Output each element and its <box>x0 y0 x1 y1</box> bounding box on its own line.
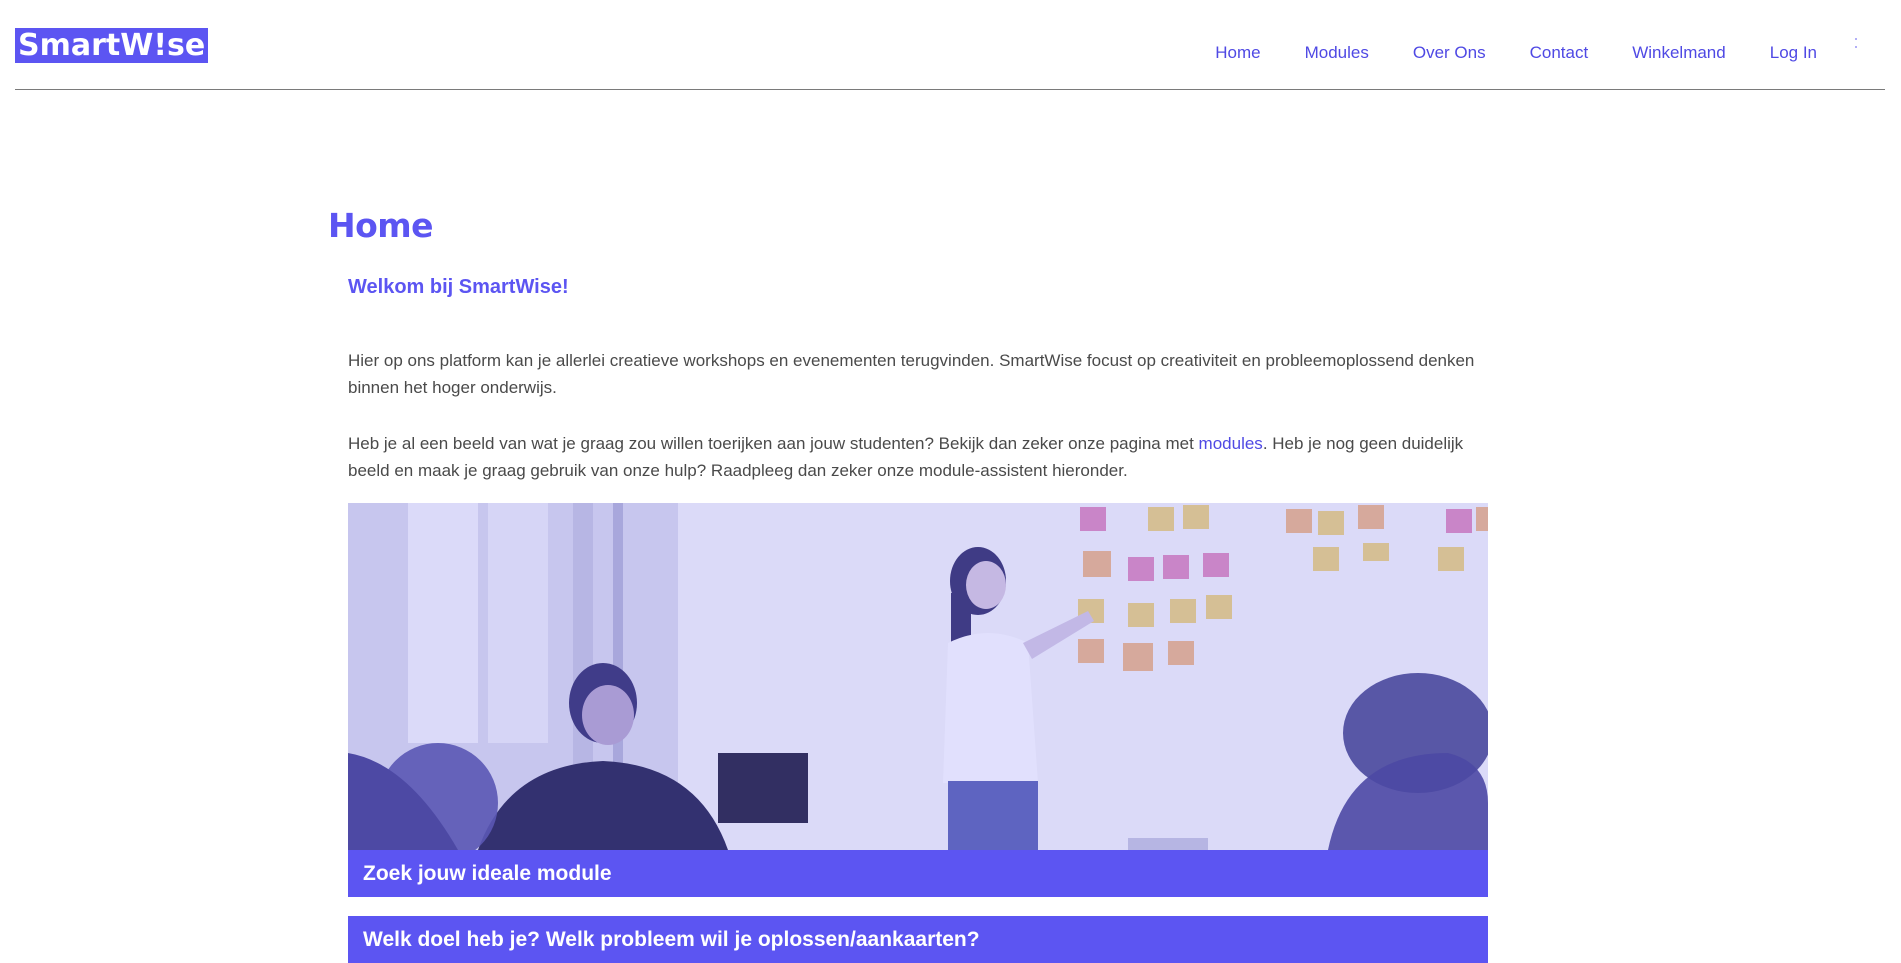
main-navigation: Home Modules Over Ons Contact Winkelmand… <box>1171 42 1817 64</box>
more-menu-icon[interactable] <box>1853 38 1859 48</box>
more-menu-dot <box>1855 46 1857 48</box>
nav-contact-link[interactable]: Contact <box>1530 42 1589 64</box>
hero-tint-overlay <box>348 503 1488 850</box>
nav-over-ons-link[interactable]: Over Ons <box>1413 42 1486 64</box>
more-menu-dot <box>1855 38 1857 40</box>
hero-image-illustration <box>348 503 1488 850</box>
module-assistant-question[interactable]: Welk doel heb je? Welk probleem wil je o… <box>348 916 1488 963</box>
page-title: Home <box>328 206 434 245</box>
welcome-heading: Welkom bij SmartWise! <box>348 276 569 298</box>
modules-paragraph: Heb je al een beeld van wat je graag zou… <box>348 430 1488 484</box>
modules-paragraph-text-start: Heb je al een beeld van wat je graag zou… <box>348 434 1199 453</box>
nav-log-in-link[interactable]: Log In <box>1770 42 1817 64</box>
modules-link[interactable]: modules <box>1199 434 1263 453</box>
nav-home-link[interactable]: Home <box>1215 42 1260 64</box>
site-header: SmartW!se Home Modules Over Ons Contact … <box>15 0 1885 90</box>
hero-image <box>348 503 1488 850</box>
site-logo[interactable]: SmartW!se <box>15 28 209 63</box>
module-assistant-heading: Zoek jouw ideale module <box>348 850 1488 897</box>
intro-paragraph: Hier op ons platform kan je allerlei cre… <box>348 351 1475 397</box>
nav-winkelmand-link[interactable]: Winkelmand <box>1632 42 1726 64</box>
nav-modules-link[interactable]: Modules <box>1305 42 1369 64</box>
